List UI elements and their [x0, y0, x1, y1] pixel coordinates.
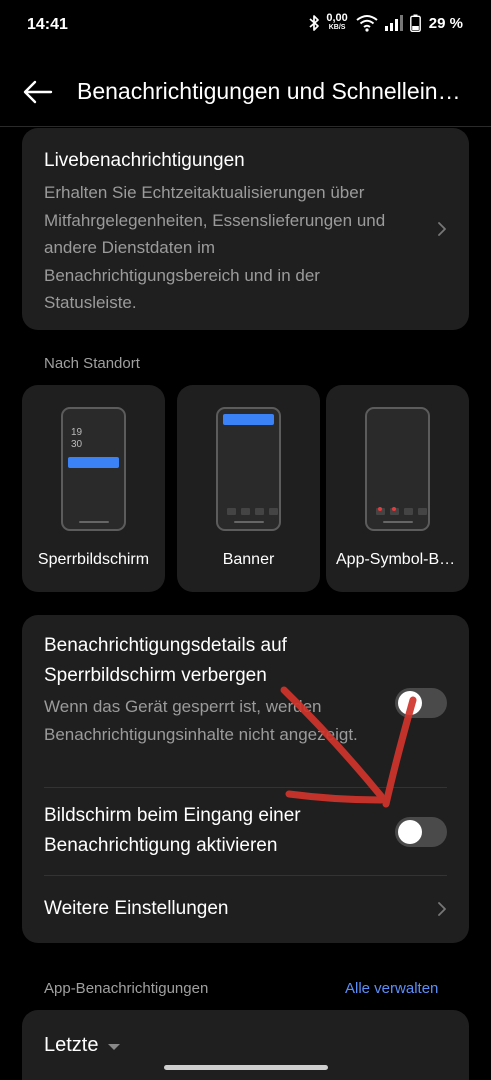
badges-preview [365, 407, 430, 531]
header-divider [0, 126, 491, 127]
more-settings-row[interactable]: Weitere Einstellungen [44, 898, 228, 920]
gesture-home-bar[interactable] [164, 1065, 328, 1070]
notification-preview-bar [68, 457, 119, 468]
sort-dropdown[interactable]: Letzte [44, 1034, 121, 1057]
style-tile-app-badges[interactable]: App-Symbol-Badges [326, 385, 469, 592]
wake-screen-title: Bildschirm beim Eingang einer Benachrich… [44, 805, 301, 856]
chevron-right-icon [438, 222, 446, 236]
home-indicator [383, 521, 413, 523]
tile-label: Sperrbildschirm [37, 551, 150, 568]
signal-icon [384, 15, 403, 31]
divider [44, 875, 447, 876]
manage-all-link[interactable]: Alle verwalten [345, 980, 438, 997]
caret-down-icon [108, 1044, 121, 1050]
live-notifications-description: Erhalten Sie Echtzeitaktualisierungen üb… [44, 183, 386, 312]
back-button[interactable] [20, 74, 56, 110]
bluetooth-icon [309, 15, 320, 31]
hide-details-toggle[interactable] [395, 688, 447, 718]
settings-card: Benachrichtigungsdetails auf Sperrbildsc… [22, 615, 469, 943]
home-indicator [234, 521, 264, 523]
net-speed: 0,00 KB/S [326, 12, 348, 32]
section-label-app-notifications: App-Benachrichtigungen [44, 980, 209, 997]
style-tile-banner[interactable]: Banner [177, 385, 320, 592]
dock-icons [227, 508, 278, 515]
home-indicator [79, 521, 109, 523]
status-bar: 14:41 0,00 KB/S 29 % [0, 0, 491, 52]
hide-details-description: Wenn das Gerät gesperrt ist, werden Bena… [44, 697, 358, 744]
tile-label: Banner [222, 551, 275, 568]
lockscreen-preview: 19 30 [61, 407, 126, 531]
page-title: Benachrichtigungen und Schnelleinstellun… [77, 78, 472, 104]
notification-preview-bar [223, 414, 274, 425]
battery-percentage: 29 % [428, 14, 463, 32]
toggle-knob [398, 820, 422, 844]
divider [44, 787, 447, 788]
chevron-right-icon [438, 902, 446, 916]
wake-screen-toggle[interactable] [395, 817, 447, 847]
live-notifications-row[interactable]: Livebenachrichtigungen Erhalten Sie Echt… [22, 128, 469, 330]
sort-dropdown-label: Letzte [44, 1034, 99, 1056]
live-notifications-title: Livebenachrichtigungen [44, 150, 245, 171]
tile-label: App-Symbol-Badges [336, 551, 469, 568]
status-icons: 0,00 KB/S 29 % [308, 12, 463, 32]
battery-icon [409, 14, 421, 32]
lockscreen-clock: 19 30 [71, 427, 83, 450]
hide-details-title: Benachrichtigungsdetails auf Sperrbildsc… [44, 635, 287, 686]
section-label-location: Nach Standort [44, 355, 140, 372]
wifi-icon [356, 15, 378, 32]
dock-icons [376, 507, 427, 515]
banner-preview [216, 407, 281, 531]
arrow-left-icon [23, 80, 53, 104]
app-header: Benachrichtigungen und Schnelleinstellun… [0, 66, 491, 118]
status-time: 14:41 [27, 16, 68, 33]
style-tile-lockscreen[interactable]: 19 30 Sperrbildschirm [22, 385, 165, 592]
toggle-knob [398, 691, 422, 715]
